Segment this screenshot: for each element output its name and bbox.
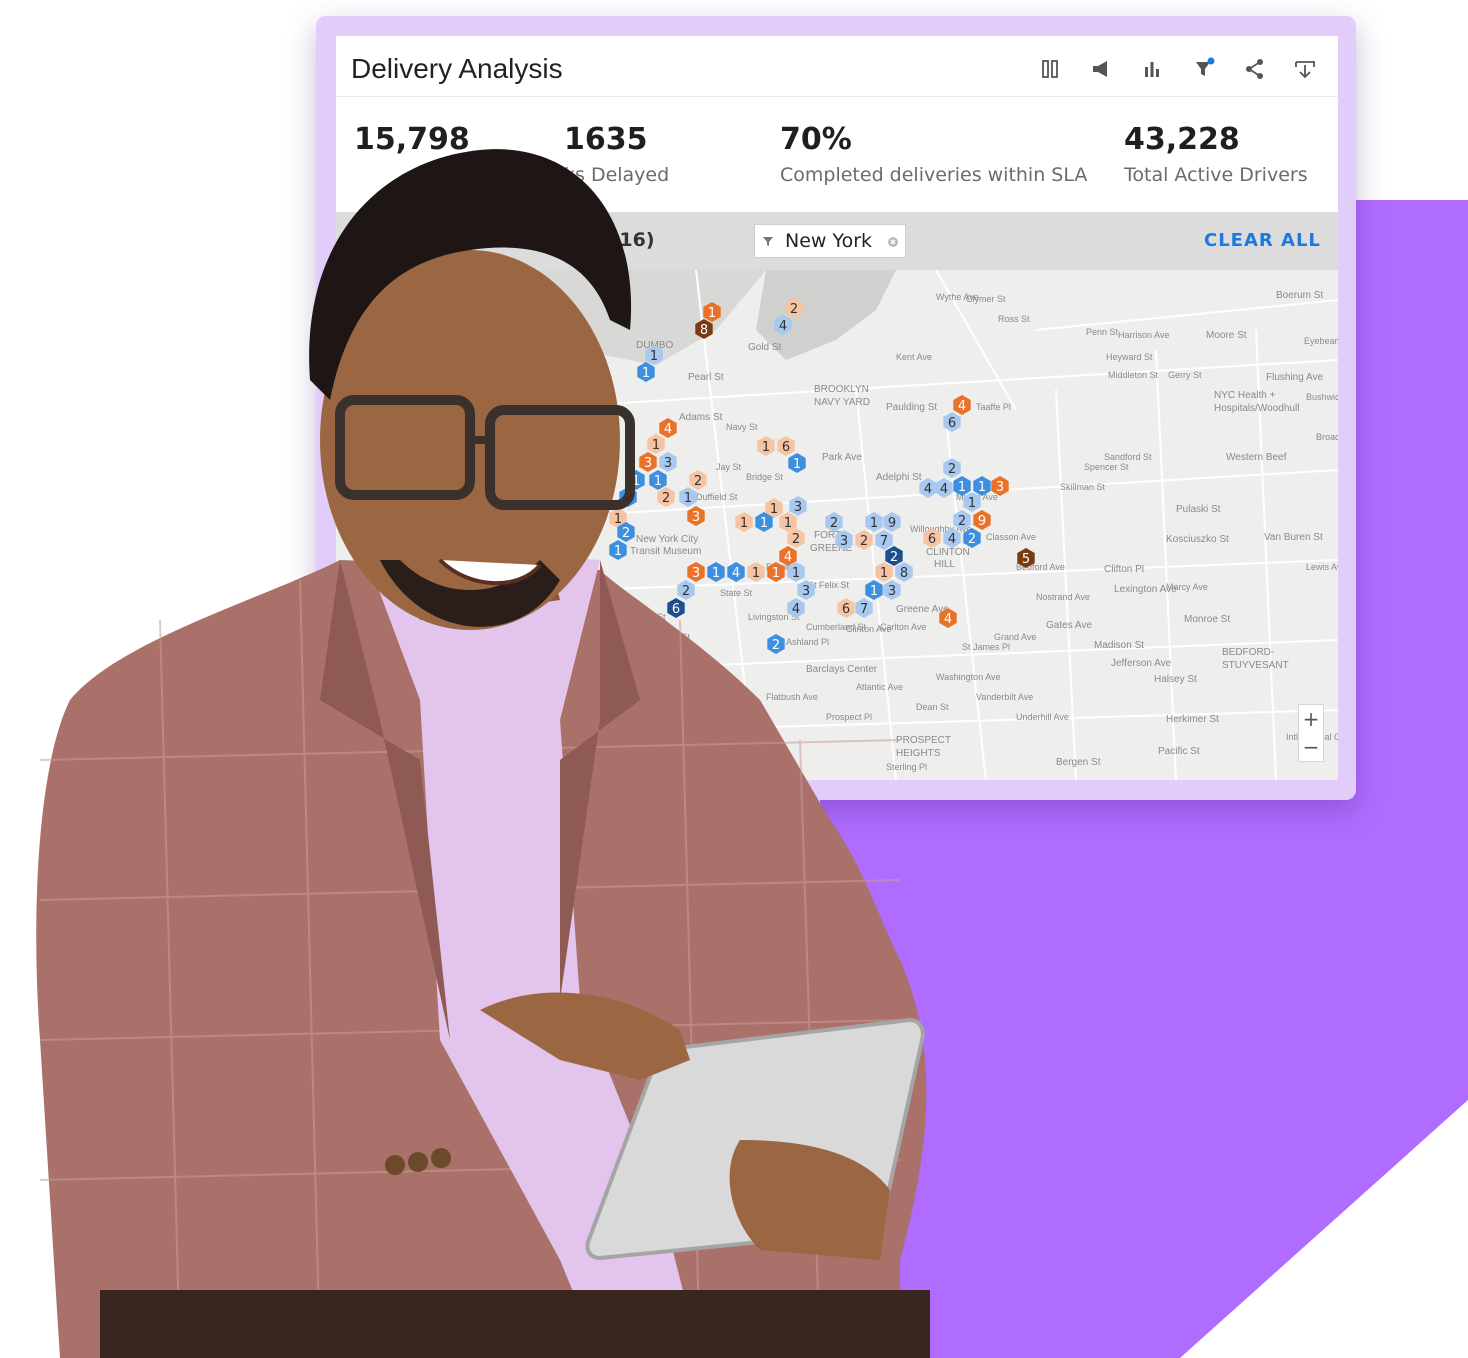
person-with-tablet (36, 149, 930, 1358)
